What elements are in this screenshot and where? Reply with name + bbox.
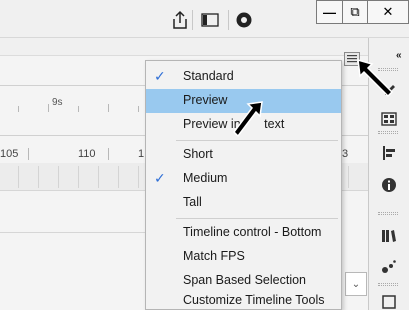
track-divider xyxy=(98,166,99,188)
panel-toggle-icon[interactable] xyxy=(198,8,222,32)
share-icon[interactable] xyxy=(168,8,192,32)
record-icon[interactable] xyxy=(232,8,256,32)
menu-item-label: Short xyxy=(183,147,213,161)
frame-label: 1 xyxy=(138,148,145,160)
ruler-tick xyxy=(28,148,29,160)
timeline-divider xyxy=(0,232,146,233)
track-divider xyxy=(78,166,79,188)
menu-item-label: Match FPS xyxy=(183,249,245,263)
ruler-tick xyxy=(48,104,49,112)
menu-item-label: Preview xyxy=(183,93,228,107)
menu-item-label: Span Based Selection xyxy=(183,273,307,287)
checkmark-icon: ✓ xyxy=(154,68,166,84)
library-icon[interactable] xyxy=(376,225,402,247)
ruler-seconds-label: 9s xyxy=(52,97,63,108)
pointer-arrow-icon xyxy=(233,101,263,138)
frame-label: 110 xyxy=(78,148,96,160)
toolbar-separator xyxy=(228,10,229,30)
toolbar-grip xyxy=(378,212,398,215)
restore-label: ⧉ xyxy=(350,4,360,19)
menu-item-label: Medium xyxy=(183,171,228,185)
track-divider xyxy=(138,166,139,188)
menu-item-label: Standard xyxy=(183,69,234,83)
menu-item-label: Tall xyxy=(183,195,202,209)
dropdown-toggle[interactable]: ⌄ xyxy=(345,272,367,296)
info-icon[interactable] xyxy=(376,174,402,196)
menu-item-standard[interactable]: ✓ Standard xyxy=(146,65,341,89)
menu-item-customize-timeline-tools[interactable]: Customize Timeline Tools xyxy=(146,289,341,310)
track-divider xyxy=(58,166,59,188)
ruler-tick xyxy=(108,148,109,160)
menu-item-short[interactable]: Short xyxy=(146,143,341,167)
menu-item-medium[interactable]: ✓ Medium xyxy=(146,167,341,191)
grid-icon[interactable] xyxy=(376,108,402,130)
ruler-tick xyxy=(108,104,109,112)
frame-label: 105 xyxy=(0,148,19,160)
align-icon[interactable] xyxy=(376,142,402,164)
menu-item-label-tail: text xyxy=(264,117,285,131)
menu-item-label: Timeline control - Bottom xyxy=(183,225,322,239)
menu-item-tall[interactable]: Tall xyxy=(146,191,341,215)
toolbar-separator xyxy=(192,10,193,30)
track-divider xyxy=(348,166,349,188)
toolbar-grip xyxy=(378,283,398,286)
menu-separator xyxy=(176,218,338,219)
checkmark-icon: ✓ xyxy=(154,170,166,186)
restore-button[interactable]: ⧉ xyxy=(342,0,368,24)
close-label: ✕ xyxy=(382,4,394,19)
minimize-button[interactable]: — xyxy=(316,0,343,24)
toolbar-grip xyxy=(378,131,398,134)
menu-item-match-fps[interactable]: Match FPS xyxy=(146,245,341,269)
motion-presets-icon[interactable] xyxy=(376,255,402,277)
pointer-arrow-icon xyxy=(357,58,394,98)
menu-item-timeline-control-bottom[interactable]: Timeline control - Bottom xyxy=(146,221,341,245)
menu-separator xyxy=(176,140,338,141)
frame-label: 3 xyxy=(342,148,349,160)
track-divider xyxy=(18,166,19,188)
track-divider xyxy=(118,166,119,188)
frame-icon[interactable] xyxy=(376,290,402,310)
minimize-label: — xyxy=(323,4,336,20)
chevron-down-icon: ⌄ xyxy=(351,278,361,290)
track-divider xyxy=(38,166,39,188)
collapse-icon[interactable]: « xyxy=(396,50,402,61)
close-button[interactable]: ✕ xyxy=(367,0,409,24)
menu-item-label: Customize Timeline Tools xyxy=(183,293,325,307)
